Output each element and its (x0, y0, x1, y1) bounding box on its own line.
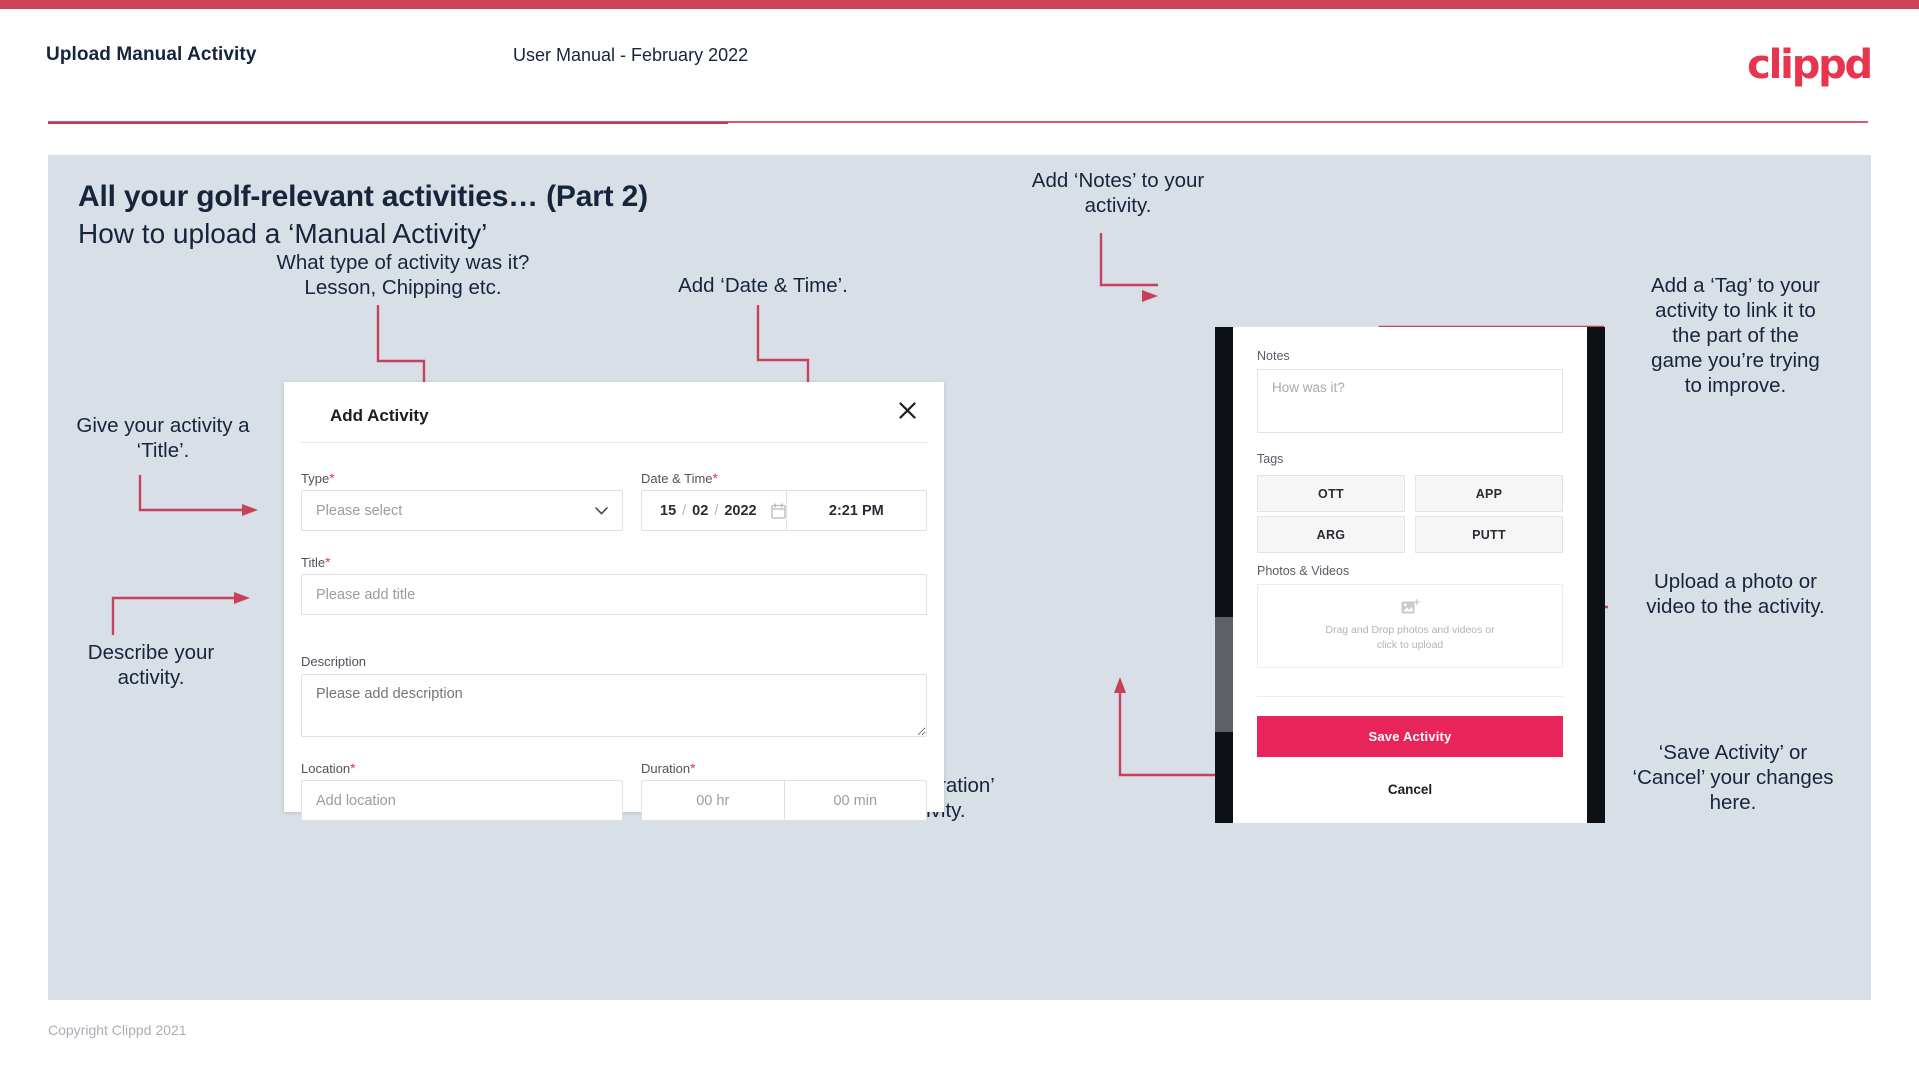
clippd-logo: clippd (1747, 42, 1873, 88)
date-sep-2: / (714, 502, 719, 519)
phone-screen: Notes How was it? Tags OTT APP ARG PUTT … (1233, 327, 1587, 823)
phone-bezel-left (1215, 327, 1233, 823)
required-marker: * (325, 554, 331, 570)
annotation-notes: Add ‘Notes’ to your activity. (1031, 169, 1205, 217)
title-placeholder: Please add title (316, 586, 416, 603)
datetime-label-text: Date & Time (641, 471, 713, 486)
cancel-button[interactable]: Cancel (1233, 782, 1587, 797)
tag-button-ott[interactable]: OTT (1257, 475, 1405, 512)
title-label-text: Title (301, 555, 326, 570)
type-label: Type* (301, 470, 335, 486)
phone-mockup: Notes How was it? Tags OTT APP ARG PUTT … (1215, 327, 1605, 823)
date-year: 2022 (724, 502, 757, 519)
location-label: Location* (301, 760, 356, 776)
datetime-group[interactable]: 15 / 02 / 2022 2:21 PM (641, 490, 927, 531)
annotation-save-cancel: ‘Save Activity’ or ‘Cancel’ your changes h… (1632, 741, 1834, 814)
date-day: 15 (660, 502, 677, 519)
phone-bezel-right (1587, 327, 1605, 823)
add-image-icon (1401, 598, 1420, 614)
annotation-date-time: Add ‘Date & Time’. (678, 274, 848, 297)
title-label: Title* (301, 554, 331, 570)
time-input[interactable]: 2:21 PM (787, 503, 926, 519)
phone-volume-button (1215, 617, 1233, 732)
add-activity-dialog: Add Activity Type* Please select Date & … (284, 382, 944, 821)
photos-videos-label: Photos & Videos (1257, 564, 1350, 578)
date-sep-1: / (682, 502, 687, 519)
page-header: Upload Manual Activity User Manual - Feb… (0, 9, 1919, 124)
annotation-type: What type of activity was it? Lesson, Chi… (276, 251, 530, 299)
top-accent-bar (0, 0, 1919, 9)
header-divider-accent (48, 122, 728, 124)
required-marker: * (329, 470, 335, 486)
title-input[interactable]: Please add title (301, 574, 927, 615)
date-month: 02 (692, 502, 709, 519)
dropzone-text: Drag and Drop photos and videos or click… (1325, 623, 1494, 653)
duration-minutes-input[interactable]: 00 min (785, 793, 927, 809)
duration-label: Duration* (641, 760, 696, 776)
header-center-title: User Manual - February 2022 (513, 45, 749, 65)
required-marker: * (690, 760, 696, 776)
type-placeholder: Please select (316, 502, 403, 519)
footer-copyright: Copyright Clippd 2021 (48, 1022, 187, 1038)
slide-panel: All your golf-relevant activities… (Part… (48, 155, 1871, 1000)
tag-button-putt[interactable]: PUTT (1415, 516, 1563, 553)
duration-group[interactable]: 00 hr 00 min (641, 780, 927, 821)
slide-title: All your golf-relevant activities… (Part… (78, 180, 648, 213)
phone-divider (1257, 696, 1563, 697)
notes-placeholder: How was it? (1272, 380, 1345, 395)
dropzone-line-2: click to upload (1376, 639, 1444, 651)
notes-input[interactable]: How was it? (1257, 369, 1563, 433)
type-select[interactable]: Please select (301, 490, 623, 531)
location-label-text: Location (301, 761, 351, 776)
date-input[interactable]: 15 / 02 / 2022 (642, 503, 786, 519)
photo-video-dropzone[interactable]: Drag and Drop photos and videos or click… (1257, 584, 1563, 668)
annotation-tags: Add a ‘Tag’ to your activity to link it t… (1650, 274, 1821, 397)
required-marker: * (350, 760, 356, 776)
calendar-icon[interactable] (770, 502, 786, 519)
close-icon[interactable] (892, 397, 922, 427)
description-label: Description (301, 654, 367, 669)
duration-hours-input[interactable]: 00 hr (642, 793, 784, 809)
tag-button-app[interactable]: APP (1415, 475, 1563, 512)
save-activity-button[interactable]: Save Activity (1257, 716, 1563, 757)
dialog-title: Add Activity (330, 406, 429, 425)
location-input[interactable]: Add location (301, 780, 623, 821)
annotation-description: Describe your activity. (87, 641, 215, 689)
dropzone-line-1: Drag and Drop photos and videos or (1325, 623, 1495, 636)
duration-label-text: Duration (641, 761, 691, 776)
notes-label: Notes (1257, 349, 1290, 363)
type-label-text: Type (301, 471, 330, 486)
tag-button-arg[interactable]: ARG (1257, 516, 1405, 553)
annotation-title-field: Give your activity a ‘Title’. (76, 414, 250, 462)
description-input[interactable] (301, 674, 927, 737)
required-marker: * (712, 470, 718, 486)
annotation-upload: Upload a photo or video to the activity. (1646, 570, 1825, 618)
chevron-down-icon (595, 506, 608, 515)
header-left-title: Upload Manual Activity (46, 44, 257, 65)
tags-label: Tags (1257, 452, 1284, 466)
location-placeholder: Add location (316, 792, 396, 809)
datetime-label: Date & Time* (641, 470, 718, 486)
close-icon-glyph (898, 402, 916, 419)
dialog-divider (301, 442, 927, 443)
slide-subtitle: How to upload a ‘Manual Activity’ (78, 218, 488, 249)
